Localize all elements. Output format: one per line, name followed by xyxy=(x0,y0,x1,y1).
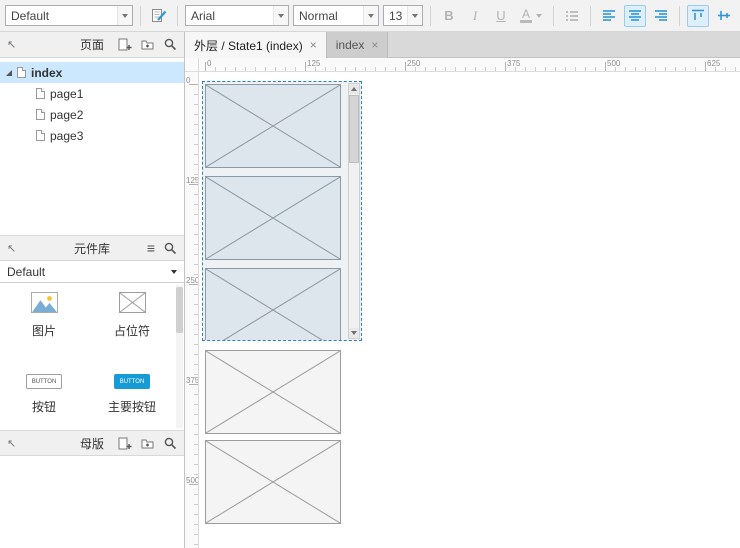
widget-library-value: Default xyxy=(7,265,45,279)
left-sidebar: ↖ 页面 xyxy=(0,32,185,548)
dropdown-arrow-icon xyxy=(363,6,378,25)
placeholder-widget[interactable] xyxy=(205,84,341,168)
add-page-icon[interactable] xyxy=(118,38,132,51)
add-folder-icon[interactable] xyxy=(141,437,155,450)
widgets-panel-header: ↖ 元件库 ≡ xyxy=(0,235,184,261)
placeholder-widget[interactable] xyxy=(205,176,341,260)
search-icon[interactable] xyxy=(164,38,177,51)
widget-item-primary-button[interactable]: BUTTON 主要按钮 xyxy=(88,374,176,430)
search-icon[interactable] xyxy=(164,242,177,255)
page-file-icon xyxy=(17,67,26,78)
align-top-icon xyxy=(691,9,705,22)
font-color-icon: A xyxy=(520,9,532,23)
placeholder-widget[interactable] xyxy=(205,268,341,341)
tree-item-page2[interactable]: page2 xyxy=(0,104,184,125)
style-preset-value: Default xyxy=(11,9,49,23)
scroll-down-icon[interactable] xyxy=(349,328,359,338)
toolbar-divider xyxy=(590,6,591,26)
float-panel-icon[interactable]: ↖ xyxy=(7,437,16,450)
align-left-icon xyxy=(602,9,616,22)
ruler-corner xyxy=(185,58,199,72)
masters-panel-header: ↖ 母版 xyxy=(0,430,184,456)
toolbar-divider xyxy=(140,6,141,26)
font-size-dropdown[interactable]: 13 xyxy=(383,5,423,26)
page-file-icon xyxy=(36,130,45,141)
style-preset-dropdown[interactable]: Default xyxy=(5,5,133,26)
dropdown-arrow-icon xyxy=(536,14,542,18)
widget-panel-scrollbar[interactable] xyxy=(176,285,183,428)
align-right-icon xyxy=(654,9,668,22)
widget-item-button[interactable]: BUTTON 按钮 xyxy=(0,374,88,430)
widget-item-placeholder[interactable]: 占位符 xyxy=(88,292,176,354)
bullet-list-icon xyxy=(565,10,579,22)
font-style-value: Normal xyxy=(299,9,338,23)
widget-library-dropdown[interactable]: Default xyxy=(0,261,184,283)
dropdown-arrow-icon xyxy=(273,6,288,25)
scrollbar-thumb[interactable] xyxy=(349,95,359,163)
image-widget-icon xyxy=(31,292,58,313)
pages-panel-header: ↖ 页面 xyxy=(0,32,184,58)
placeholder-widget-icon xyxy=(119,292,146,313)
toolbar-divider xyxy=(679,6,680,26)
align-center-icon xyxy=(628,9,642,22)
bullet-list-button[interactable] xyxy=(561,5,583,27)
button-widget-icon: BUTTON xyxy=(26,374,62,389)
placeholder-widget[interactable] xyxy=(205,350,341,434)
top-toolbar: Default Arial Normal 13 B I xyxy=(0,0,740,32)
scroll-up-icon[interactable] xyxy=(349,84,359,94)
font-color-button[interactable]: A xyxy=(516,5,546,27)
tab-index-page[interactable]: index × xyxy=(327,32,389,58)
add-page-icon[interactable] xyxy=(118,437,132,450)
close-tab-icon[interactable]: × xyxy=(310,39,317,51)
dropdown-arrow-icon xyxy=(117,6,132,25)
panel-scrollbar[interactable] xyxy=(348,83,360,339)
widget-item-image[interactable]: 图片 xyxy=(0,292,88,354)
float-panel-icon[interactable]: ↖ xyxy=(7,38,16,51)
tree-item-index[interactable]: index xyxy=(0,62,184,83)
horizontal-ruler: 0 125 250 375 500 625 xyxy=(199,58,740,72)
dropdown-arrow-icon xyxy=(407,6,422,25)
align-center-button[interactable] xyxy=(624,5,646,27)
document-tabbar: 外层 / State1 (index) × index × xyxy=(185,32,740,58)
italic-button[interactable]: I xyxy=(464,5,486,27)
search-icon[interactable] xyxy=(164,437,177,450)
align-top-button[interactable] xyxy=(687,5,709,27)
font-family-dropdown[interactable]: Arial xyxy=(185,5,289,26)
design-canvas[interactable] xyxy=(199,72,740,548)
font-style-dropdown[interactable]: Normal xyxy=(293,5,379,26)
scrollbar-thumb[interactable] xyxy=(176,287,183,333)
align-middle-icon xyxy=(717,9,731,22)
pages-tree: index page1 page2 page3 xyxy=(0,58,184,235)
vertical-ruler: 0 125 250 375 500 xyxy=(185,72,199,548)
menu-icon[interactable]: ≡ xyxy=(147,241,155,255)
placeholder-widget[interactable] xyxy=(205,440,341,524)
page-file-icon xyxy=(36,109,45,120)
align-middle-button[interactable] xyxy=(713,5,735,27)
main-area: 外层 / State1 (index) × index × 0 125 250 … xyxy=(185,32,740,548)
float-panel-icon[interactable]: ↖ xyxy=(7,242,16,255)
widget-grid: 图片 占位符 BUTTON 按钮 BUTTON xyxy=(0,283,176,430)
axure-app-window: Default Arial Normal 13 B I xyxy=(0,0,740,548)
tree-item-page3[interactable]: page3 xyxy=(0,125,184,146)
add-folder-icon[interactable] xyxy=(141,38,155,51)
dropdown-arrow-icon xyxy=(171,270,177,274)
align-left-button[interactable] xyxy=(598,5,620,27)
edit-pencil-icon xyxy=(151,8,167,23)
tree-item-page1[interactable]: page1 xyxy=(0,83,184,104)
tree-expander-icon[interactable] xyxy=(6,70,12,76)
page-file-icon xyxy=(36,88,45,99)
dynamic-panel-selection[interactable] xyxy=(202,81,362,341)
font-family-value: Arial xyxy=(191,9,215,23)
edit-style-button[interactable] xyxy=(148,5,170,27)
toolbar-divider xyxy=(553,6,554,26)
tab-panel-state[interactable]: 外层 / State1 (index) × xyxy=(185,32,327,58)
font-size-value: 13 xyxy=(389,9,402,23)
toolbar-divider xyxy=(177,6,178,26)
bold-button[interactable]: B xyxy=(438,5,460,27)
close-tab-icon[interactable]: × xyxy=(371,39,378,51)
primary-button-widget-icon: BUTTON xyxy=(114,374,150,389)
toolbar-divider xyxy=(430,6,431,26)
align-right-button[interactable] xyxy=(650,5,672,27)
underline-button[interactable]: U xyxy=(490,5,512,27)
